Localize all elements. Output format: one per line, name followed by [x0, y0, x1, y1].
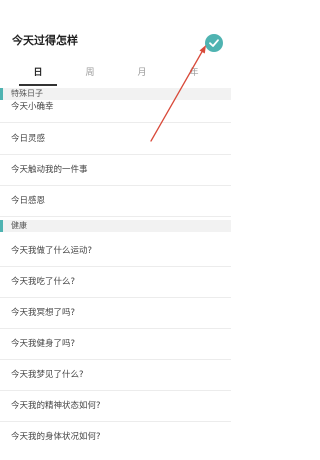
list-item-label: 今天我做了什么运动? — [11, 246, 93, 256]
list-item[interactable]: 今日感恩 — [0, 187, 231, 217]
tab-year[interactable]: 年 — [169, 66, 219, 80]
list-item[interactable]: 今天我冥想了吗? — [0, 299, 231, 329]
active-tab-indicator — [19, 84, 57, 86]
list-item[interactable]: 今天我健身了吗? — [0, 330, 231, 360]
list-item[interactable]: 今日灵感 — [0, 125, 231, 155]
confirm-button[interactable] — [205, 34, 223, 52]
list-item-label: 今天我冥想了吗? — [11, 308, 76, 318]
list-item[interactable]: 今天我吃了什么? — [0, 268, 231, 298]
list-item-label: 今天小确幸 — [11, 102, 54, 112]
list-item-label: 今日感恩 — [11, 196, 46, 206]
list-item-label: 今天我的精神状态如何? — [11, 401, 101, 411]
section-header-health: 健康 — [0, 220, 231, 232]
list-item-label: 今天我的身体状况如何? — [11, 432, 101, 442]
tab-week[interactable]: 周 — [65, 66, 115, 80]
list-item[interactable]: 今天我的身体状况如何? — [0, 423, 231, 453]
list-item-label: 今天触动我的一件事 — [11, 165, 88, 175]
header: 今天过得怎样 — [0, 0, 231, 64]
list-item-label: 今天我梦见了什么? — [11, 370, 84, 380]
tab-month[interactable]: 月 — [117, 66, 167, 80]
section-accent-bar — [0, 220, 3, 232]
list-item[interactable]: 今天小确幸 — [0, 93, 231, 123]
page-title: 今天过得怎样 — [12, 34, 78, 47]
tab-day[interactable]: 日 — [13, 66, 63, 80]
list-item-label: 今天我吃了什么? — [11, 277, 76, 287]
list-item[interactable]: 今天我做了什么运动? — [0, 237, 231, 267]
checkmark-icon — [209, 39, 219, 47]
period-tabs: 日 周 月 年 — [0, 64, 231, 86]
list-item[interactable]: 今天触动我的一件事 — [0, 156, 231, 186]
section-title: 健康 — [11, 221, 27, 230]
list-item[interactable]: 今天我的精神状态如何? — [0, 392, 231, 422]
list-item[interactable]: 今天我梦见了什么? — [0, 361, 231, 391]
list-item-label: 今日灵感 — [11, 134, 46, 144]
list-item-label: 今天我健身了吗? — [11, 339, 76, 349]
